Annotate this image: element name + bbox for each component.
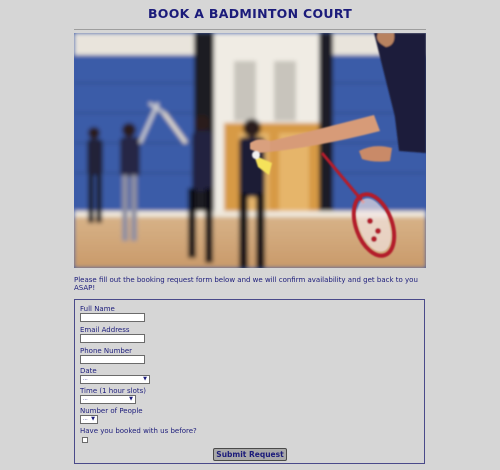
phone-label: Phone Number <box>80 347 133 355</box>
chevron-down-icon: ▼ <box>143 376 147 382</box>
booked-before-label: Have you booked with us before? <box>80 427 197 435</box>
full-name-label: Full Name <box>80 305 115 313</box>
chevron-down-icon: ▼ <box>129 396 133 402</box>
phone-input[interactable] <box>80 355 145 364</box>
badminton-illustration <box>74 33 426 268</box>
booking-page: BOOK A BADMINTON COURT Please fill out t… <box>0 0 500 470</box>
time-label: Time (1 hour slots) <box>80 387 147 395</box>
full-name-input[interactable] <box>80 313 145 322</box>
badminton-photo <box>74 33 426 268</box>
booked-before-checkbox[interactable] <box>82 437 88 443</box>
intro-text: Please fill out the booking request form… <box>74 276 418 292</box>
chevron-down-icon: ▼ <box>91 416 95 422</box>
date-select[interactable]: ... ▼ <box>80 375 150 384</box>
submit-request-button[interactable]: Submit Request <box>213 448 287 461</box>
people-select-value: ... <box>83 416 88 422</box>
booking-form: Full Name Email Address Phone Number Dat… <box>74 299 425 464</box>
people-label: Number of People <box>80 407 143 415</box>
time-select[interactable]: ... ▼ <box>80 395 136 404</box>
people-select[interactable]: ... ▼ <box>80 415 98 424</box>
date-select-value: ... <box>83 376 88 382</box>
date-label: Date <box>80 367 97 375</box>
title-divider <box>74 29 426 30</box>
email-label: Email Address <box>80 326 130 334</box>
time-select-value: ... <box>83 396 88 402</box>
email-input[interactable] <box>80 334 145 343</box>
page-title: BOOK A BADMINTON COURT <box>147 6 353 21</box>
